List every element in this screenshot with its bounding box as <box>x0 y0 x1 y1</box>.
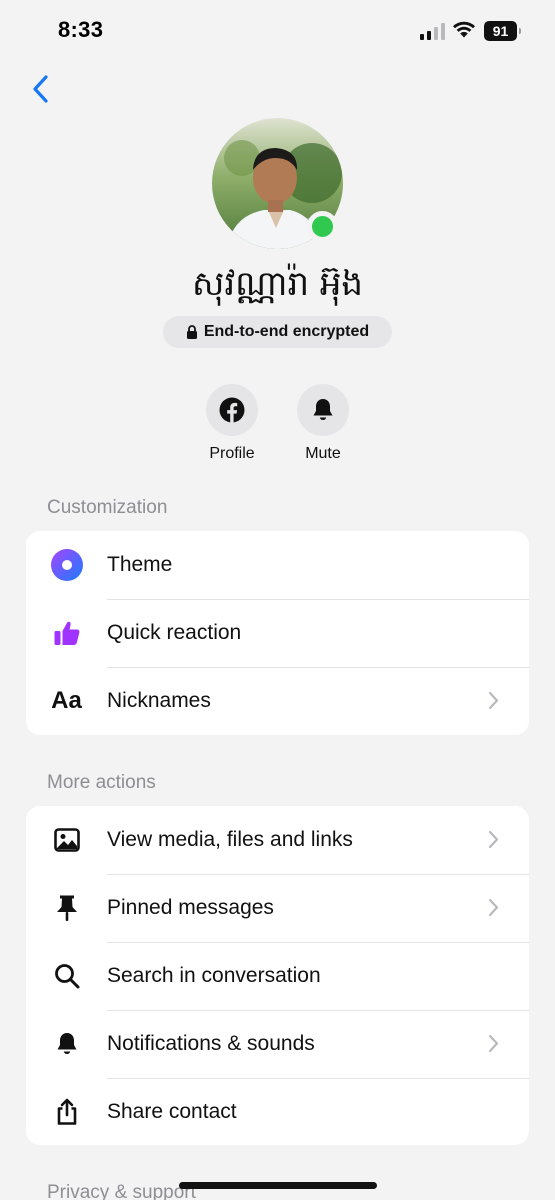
search-in-conversation-label: Search in conversation <box>107 964 321 987</box>
bell-icon <box>313 399 333 420</box>
pinned-messages-row[interactable]: Pinned messages <box>26 874 529 942</box>
chevron-left-icon <box>33 75 48 103</box>
more-actions-section-title: More actions <box>47 772 156 793</box>
quick-reaction-label: Quick reaction <box>107 621 242 644</box>
pin-icon <box>56 895 77 921</box>
chevron-right-icon <box>488 830 499 849</box>
encryption-label: End-to-end encrypted <box>203 323 370 340</box>
theme-label: Theme <box>107 553 173 576</box>
aa-text-icon: Aa <box>51 687 82 714</box>
chevron-right-icon <box>488 691 499 710</box>
mute-action-label: Mute <box>305 445 341 462</box>
nicknames-row[interactable]: Aa Nicknames <box>26 667 529 735</box>
wifi-icon <box>453 21 475 38</box>
cellular-signal-icon <box>420 22 445 40</box>
status-bar: 8:33 91 <box>0 0 555 62</box>
home-indicator[interactable] <box>179 1182 377 1189</box>
search-icon <box>54 964 79 989</box>
notifications-sounds-label: Notifications & sounds <box>107 1032 315 1055</box>
share-contact-row[interactable]: Share contact <box>26 1078 529 1145</box>
share-contact-label: Share contact <box>107 1100 237 1123</box>
view-media-label: View media, files and links <box>107 828 353 851</box>
facebook-icon <box>219 397 245 423</box>
encryption-badge[interactable]: End-to-end encrypted <box>163 316 392 348</box>
back-button[interactable] <box>24 72 56 106</box>
lock-icon <box>186 325 197 339</box>
theme-icon <box>50 549 83 581</box>
nicknames-label: Nicknames <box>107 689 211 712</box>
image-icon <box>53 828 80 852</box>
theme-row[interactable]: Theme <box>26 531 529 599</box>
customization-section-title: Customization <box>47 497 168 518</box>
notifications-sounds-row[interactable]: Notifications & sounds <box>26 1010 529 1078</box>
more-actions-card: View media, files and links Pinned messa… <box>26 806 529 1145</box>
profile-action-label: Profile <box>209 445 255 462</box>
quick-reaction-row[interactable]: Quick reaction <box>26 599 529 667</box>
bell-icon <box>57 1033 76 1054</box>
chevron-right-icon <box>488 898 499 917</box>
thumbs-up-icon <box>54 621 79 645</box>
contact-name: សុវណ្ណារ៉ា អ៊ុង <box>191 264 363 304</box>
battery-icon: 91 <box>484 21 521 41</box>
mute-action-button[interactable]: Mute <box>278 384 368 463</box>
profile-action-button[interactable]: Profile <box>187 384 277 463</box>
pinned-messages-label: Pinned messages <box>107 896 274 919</box>
view-media-row[interactable]: View media, files and links <box>26 806 529 874</box>
online-status-indicator <box>307 211 338 242</box>
share-icon <box>57 1098 76 1125</box>
customization-card: Theme Quick reaction Aa Nicknames <box>26 531 529 735</box>
search-in-conversation-row[interactable]: Search in conversation <box>26 942 529 1010</box>
mute-action-circle[interactable] <box>297 384 349 436</box>
privacy-section-title: Privacy & support <box>47 1182 196 1200</box>
status-time: 8:33 <box>58 17 104 42</box>
chevron-right-icon <box>488 1034 499 1053</box>
profile-action-circle[interactable] <box>206 384 258 436</box>
